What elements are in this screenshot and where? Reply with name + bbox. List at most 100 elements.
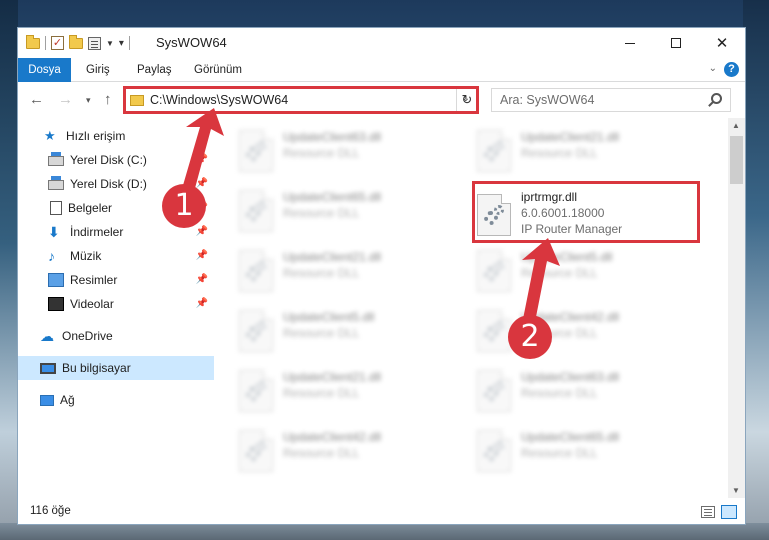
back-arrow-icon[interactable]: ← bbox=[29, 91, 44, 108]
help-icon[interactable]: ? bbox=[724, 62, 739, 77]
music-icon: ♪ bbox=[48, 248, 55, 264]
recent-locations-chevron-icon[interactable]: ▾ bbox=[86, 95, 91, 106]
folder-icon[interactable] bbox=[26, 34, 40, 49]
tab-view[interactable]: Görünüm bbox=[190, 58, 246, 82]
pin-icon: 📌 bbox=[195, 250, 208, 261]
properties-icon[interactable] bbox=[88, 36, 101, 50]
sidebar-item-this-pc[interactable]: Bu bilgisayar bbox=[18, 356, 214, 380]
pin-icon: 📌 bbox=[195, 178, 208, 189]
ribbon-tabs: Dosya Giriş Paylaş Görünüm ⌄ ? bbox=[18, 58, 745, 82]
dll-file-icon bbox=[239, 130, 273, 172]
window-title: SysWOW64 bbox=[156, 35, 227, 50]
file-name: UpdateClient21.dll bbox=[283, 370, 382, 384]
list-item[interactable]: UpdateClient63.dll Resource DLL bbox=[455, 366, 695, 426]
list-item[interactable]: UpdateClient5.dll Resource DLL bbox=[455, 246, 695, 306]
file-list: UpdateClient63.dll Resource DLL UpdateCl… bbox=[215, 118, 728, 498]
step-2-badge: 2 bbox=[508, 315, 552, 359]
sidebar-item-disk-c[interactable]: Yerel Disk (C:) 📌 bbox=[18, 148, 214, 172]
computer-icon bbox=[40, 362, 56, 374]
dll-file-icon bbox=[239, 430, 273, 472]
list-item[interactable]: UpdateClient42.dll Resource DLL bbox=[455, 306, 695, 366]
sidebar-item-label: Hızlı erişim bbox=[66, 129, 126, 143]
dll-file-icon bbox=[477, 250, 511, 292]
expand-ribbon-icon[interactable]: ⌄ bbox=[709, 63, 717, 74]
file-type: Resource DLL bbox=[283, 266, 360, 280]
sidebar-item-videos[interactable]: Videolar 📌 bbox=[18, 292, 214, 316]
chevron-down-icon[interactable]: ▼ bbox=[106, 39, 114, 48]
tab-file[interactable]: Dosya bbox=[18, 58, 71, 82]
sidebar-item-network[interactable]: Ağ bbox=[18, 388, 214, 412]
sidebar-item-label: Müzik bbox=[70, 249, 102, 263]
new-folder-icon[interactable] bbox=[69, 34, 83, 49]
minimize-button[interactable] bbox=[607, 28, 653, 58]
pin-icon: 📌 bbox=[195, 274, 208, 285]
list-item[interactable]: UpdateClient63.dll Resource DLL bbox=[217, 126, 457, 186]
file-type: Resource DLL bbox=[283, 146, 360, 160]
sidebar-item-pictures[interactable]: Resimler 📌 bbox=[18, 268, 214, 292]
sidebar-item-music[interactable]: ♪ Müzik 📌 bbox=[18, 244, 214, 268]
tiles-view-icon[interactable] bbox=[721, 505, 737, 519]
sidebar-item-label: Resimler bbox=[70, 273, 118, 287]
title-bar: ✓ ▼ ▾ SysWOW64 ✕ bbox=[18, 28, 745, 58]
file-name: UpdateClient65.dll bbox=[521, 430, 620, 444]
disk-icon bbox=[48, 176, 64, 190]
list-item[interactable]: UpdateClient65.dll Resource DLL bbox=[455, 426, 695, 486]
maximize-button[interactable] bbox=[653, 28, 699, 58]
file-type: Resource DLL bbox=[283, 326, 360, 340]
dll-file-icon bbox=[239, 190, 273, 232]
file-name: UpdateClient63.dll bbox=[521, 370, 620, 384]
pin-icon: 📌 bbox=[195, 298, 208, 309]
tab-share[interactable]: Paylaş bbox=[133, 58, 176, 82]
dll-file-icon bbox=[477, 130, 511, 172]
desktop-background-right bbox=[743, 0, 769, 540]
file-type: Resource DLL bbox=[521, 146, 598, 160]
sidebar-item-label: Videolar bbox=[70, 297, 114, 311]
list-item[interactable]: UpdateClient42.dll Resource DLL bbox=[217, 426, 457, 486]
desktop-background-left bbox=[0, 0, 18, 540]
pin-icon: 📌 bbox=[195, 154, 208, 165]
list-item[interactable]: UpdateClient5.dll Resource DLL bbox=[217, 306, 457, 366]
vertical-scrollbar[interactable]: ▲ ▼ bbox=[728, 118, 745, 498]
network-icon bbox=[40, 394, 54, 406]
search-icon[interactable] bbox=[711, 93, 722, 104]
file-name: UpdateClient21.dll bbox=[283, 250, 382, 264]
forward-arrow-icon[interactable]: → bbox=[58, 91, 73, 108]
sidebar-item-onedrive[interactable]: ☁ OneDrive bbox=[18, 324, 214, 348]
customize-toolbar-icon[interactable]: ▾ bbox=[119, 38, 124, 49]
file-type: Resource DLL bbox=[283, 386, 360, 400]
list-item[interactable]: UpdateClient21.dll Resource DLL bbox=[217, 366, 457, 426]
file-name: UpdateClient21.dll bbox=[521, 130, 620, 144]
file-type: Resource DLL bbox=[283, 206, 360, 220]
up-arrow-icon[interactable]: ↑ bbox=[104, 91, 112, 108]
search-input[interactable]: Ara: SysWOW64 bbox=[491, 88, 731, 112]
quick-access-toolbar: ✓ ▼ ▾ bbox=[26, 34, 130, 52]
sidebar-item-label: Yerel Disk (C:) bbox=[70, 153, 147, 167]
navigation-pane: ★ Hızlı erişim Yerel Disk (C:) 📌 Yerel D… bbox=[18, 118, 214, 498]
properties-check-icon[interactable]: ✓ bbox=[51, 36, 64, 50]
scroll-down-icon[interactable]: ▼ bbox=[732, 486, 740, 495]
file-name: UpdateClient42.dll bbox=[283, 430, 382, 444]
list-item[interactable]: UpdateClient65.dll Resource DLL bbox=[217, 186, 457, 246]
address-highlight-box bbox=[123, 86, 479, 114]
file-type: Resource DLL bbox=[521, 446, 598, 460]
dll-file-icon bbox=[239, 370, 273, 412]
list-item[interactable]: UpdateClient21.dll Resource DLL bbox=[455, 126, 695, 186]
sidebar-item-label: Bu bilgisayar bbox=[62, 361, 131, 375]
scrollbar-thumb[interactable] bbox=[730, 136, 743, 184]
desktop-background-bottom bbox=[0, 523, 769, 540]
tab-home[interactable]: Giriş bbox=[82, 58, 114, 82]
sidebar-item-label: Ağ bbox=[60, 393, 75, 407]
star-icon: ★ bbox=[44, 128, 56, 143]
close-button[interactable]: ✕ bbox=[699, 28, 745, 58]
scroll-up-icon[interactable]: ▲ bbox=[732, 121, 740, 130]
maximize-icon bbox=[671, 38, 681, 48]
dll-file-icon bbox=[239, 310, 273, 352]
file-name: UpdateClient5.dll bbox=[283, 310, 375, 324]
details-view-icon[interactable] bbox=[701, 506, 715, 518]
pictures-icon bbox=[48, 273, 64, 287]
file-name: UpdateClient5.dll bbox=[521, 250, 613, 264]
dll-file-icon bbox=[239, 250, 273, 292]
list-item[interactable]: UpdateClient21.dll Resource DLL bbox=[217, 246, 457, 306]
pin-icon: 📌 bbox=[195, 226, 208, 237]
sidebar-item-quick-access[interactable]: ★ Hızlı erişim bbox=[18, 124, 214, 148]
